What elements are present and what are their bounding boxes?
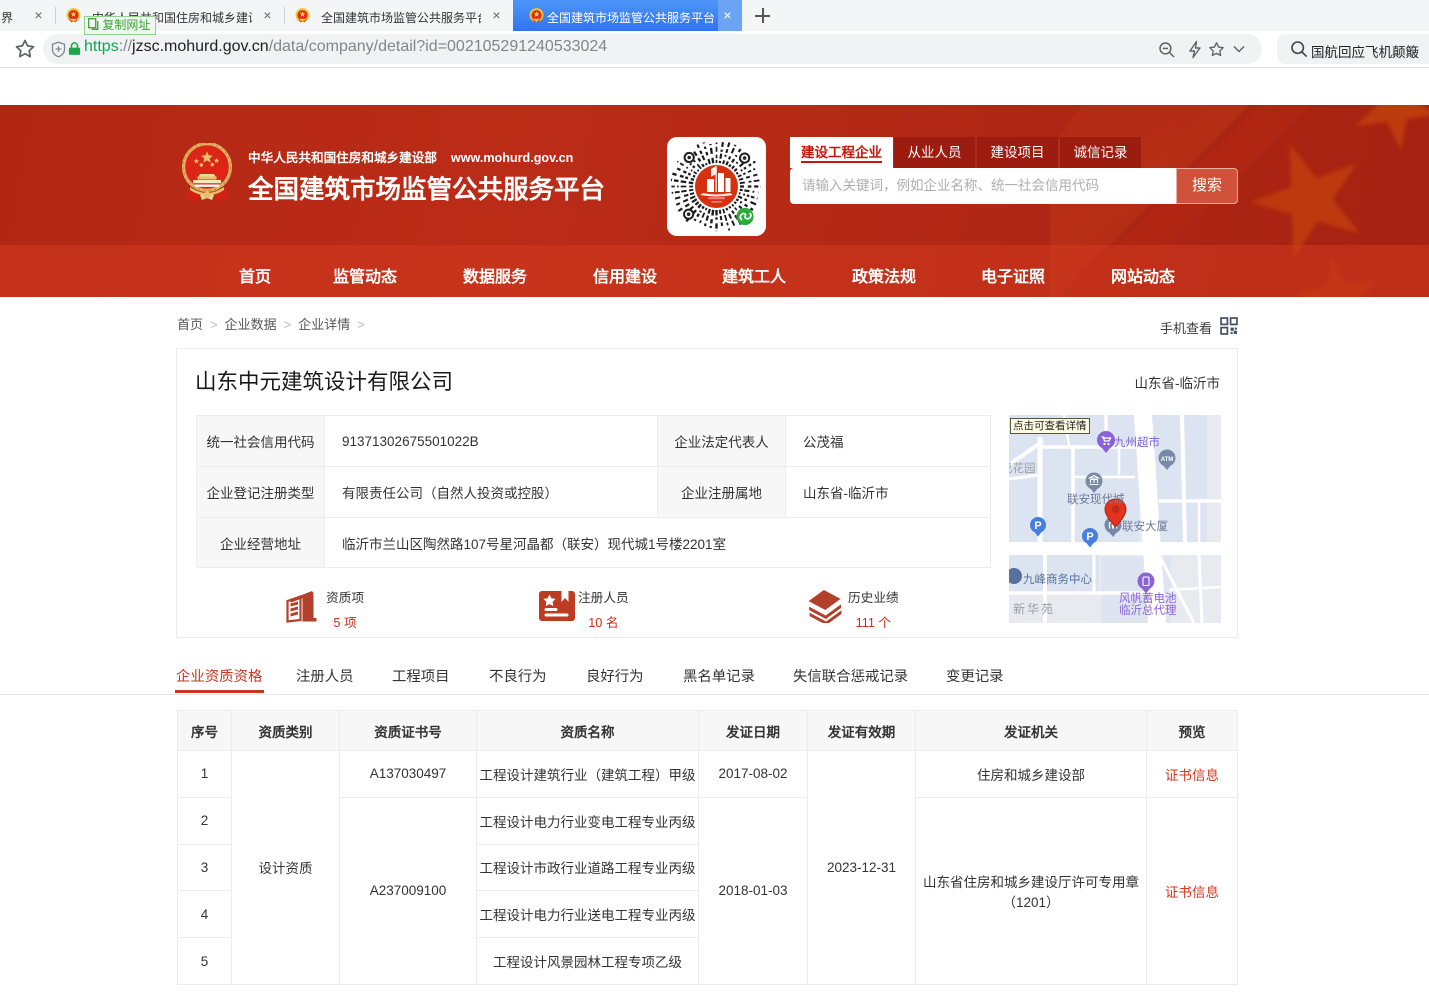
svg-text:P: P [1086,531,1093,543]
svg-text:ATM: ATM [1161,457,1174,463]
svg-text:P: P [1034,520,1041,532]
